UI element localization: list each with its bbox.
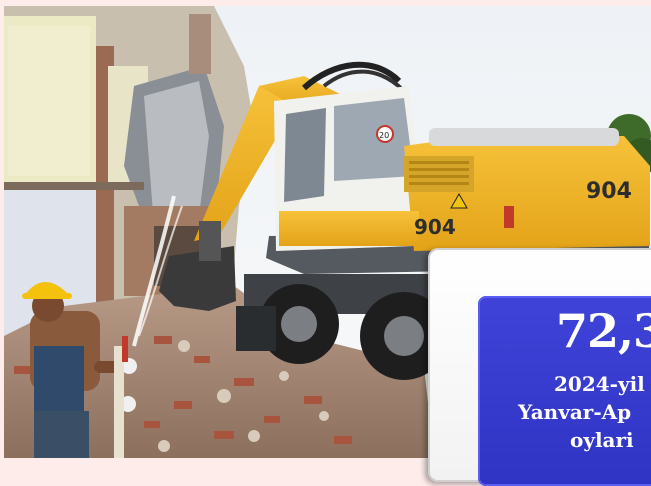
svg-text:904: 904 bbox=[414, 215, 456, 239]
stat-period-line3: oylari bbox=[570, 428, 634, 452]
svg-text:904: 904 bbox=[586, 179, 632, 204]
stat-period-line1: 2024-yil bbox=[554, 372, 645, 396]
stat-period-line2: Yanvar-Ap bbox=[518, 400, 632, 424]
stat-period: 2024-yil Yanvar-Ap oylari bbox=[478, 370, 651, 454]
stat-value: 72,3 bbox=[556, 304, 651, 358]
svg-text:20: 20 bbox=[379, 131, 389, 140]
